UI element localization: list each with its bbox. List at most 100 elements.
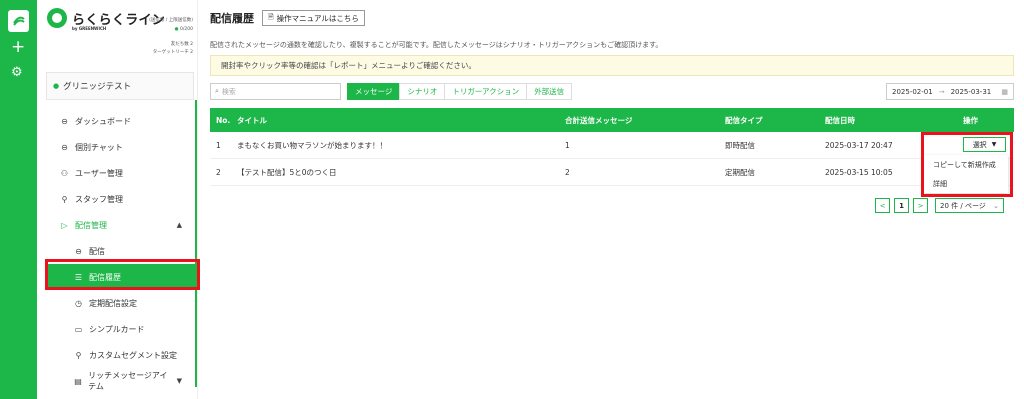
sidebar-item-label: 配信管理 <box>75 220 107 230</box>
chevron-up-icon: ▲ <box>176 221 182 229</box>
header-date: 配信日時 <box>825 115 855 125</box>
chat-icon: ⊖ <box>61 142 68 152</box>
plus-icon[interactable]: + <box>11 39 25 56</box>
header-count: 合計送信メッセージ <box>565 115 633 125</box>
prev-page-button[interactable]: < <box>875 198 890 213</box>
sidebar-item-users[interactable]: ⚇ ユーザー管理 <box>46 160 196 186</box>
calendar-icon: ▦ <box>1001 87 1008 96</box>
logo-mark <box>12 16 25 26</box>
date-range-picker[interactable]: 2025-02-01 → 2025-03-31 ▦ <box>886 83 1014 100</box>
next-page-button[interactable]: > <box>913 198 928 213</box>
sidebar-item-label: 定期配信設定 <box>89 298 137 308</box>
folder-icon: ▭ <box>74 324 83 334</box>
cell-title: まもなくお買い物マラソンが始まります！！ <box>237 140 387 150</box>
document-icon: 🗎 <box>268 12 274 21</box>
sidebar-item-label: リッチメッセージアイテム <box>88 371 168 391</box>
search-placeholder: 検索 <box>221 87 236 96</box>
chevron-down-icon: ▼ <box>176 377 182 385</box>
quota-label: (送信数 / 上限送信数) <box>149 18 193 23</box>
clock-icon: ◷ <box>75 298 82 308</box>
workspace-selector[interactable]: ● グリニッジテスト <box>46 72 194 100</box>
friends-count: 友だち数 2 <box>170 42 193 47</box>
manual-button-label: 操作マニュアルはこちら <box>276 13 359 23</box>
sidebar-item-label: 配信 <box>89 246 105 256</box>
tab-scenario[interactable]: シナリオ <box>399 83 446 100</box>
cell-count: 1 <box>565 140 570 150</box>
sidebar-item-simple-card[interactable]: ▭ シンプルカード <box>46 316 196 342</box>
app-root: + ⚙ らくらくライン by GREENWICH (送信数 / 上限送信数) ●… <box>0 0 1024 399</box>
tabs: メッセージ シナリオ トリガーアクション 外部送信 <box>347 83 573 100</box>
cell-type: 定期配信 <box>725 167 755 177</box>
sidebar-item-label: 配信履歴 <box>89 272 121 282</box>
tab-trigger-action[interactable]: トリガーアクション <box>444 83 528 100</box>
menu-item-details[interactable]: 詳細 <box>924 174 1008 193</box>
title-row: 配信履歴 🗎 操作マニュアルはこちら <box>210 10 365 26</box>
tab-message[interactable]: メッセージ <box>347 83 401 100</box>
page-title: 配信履歴 <box>210 12 254 25</box>
cell-count: 2 <box>565 167 570 177</box>
arrow-right-icon: → <box>938 87 945 96</box>
sidebar-item-label: ユーザー管理 <box>75 168 123 178</box>
page-size-select[interactable]: 20 件 / ページ ⌄ <box>935 198 1004 213</box>
sidebar-item-segment[interactable]: ⚲ カスタムセグメント設定 <box>46 342 196 368</box>
brand[interactable]: らくらくライン <box>47 8 165 28</box>
page-size-value: 20 件 / ページ <box>940 201 986 210</box>
status-dot-icon: ● <box>174 27 179 32</box>
table-row: 2 【テスト配信】5と0のつく日 2 定期配信 2025-03-15 10:05 <box>210 159 1014 186</box>
manual-button[interactable]: 🗎 操作マニュアルはこちら <box>262 10 365 26</box>
sidebar-item-scheduled[interactable]: ◷ 定期配信設定 <box>46 290 196 316</box>
cell-date: 2025-03-17 20:47 <box>825 140 893 150</box>
sidebar-item-label: ダッシュボード <box>75 116 131 126</box>
greenwich-logo-icon[interactable] <box>8 10 29 32</box>
users-icon: ⚇ <box>60 168 69 178</box>
quota-count: 0/200 <box>180 27 193 32</box>
brand-sub: by GREENWICH <box>72 26 107 31</box>
sidebar-item-rich-message[interactable]: ▤ リッチメッセージアイテム ▼ <box>46 368 196 394</box>
person-icon: ⚲ <box>75 350 82 360</box>
page-number-button[interactable]: 1 <box>894 198 909 213</box>
sidebar-item-send[interactable]: ⊖ 配信 <box>46 238 196 264</box>
workspace-dot-icon: ● <box>53 82 60 90</box>
header-title: タイトル <box>237 115 267 125</box>
search-icon: ⌕ <box>215 87 219 95</box>
sidebar-item-staff[interactable]: ⚲ スタッフ管理 <box>46 186 196 212</box>
cell-type: 即時配信 <box>725 140 755 150</box>
sidebar-item-label: シンプルカード <box>89 324 145 334</box>
notice-banner: 開封率やクリック率等の確認は「レポート」メニューよりご確認ください。 <box>210 55 1014 76</box>
sidebar-item-history[interactable]: ☰ 配信履歴 <box>46 264 196 290</box>
date-end: 2025-03-31 <box>950 87 992 96</box>
cell-title: 【テスト配信】5と0のつく日 <box>237 167 337 177</box>
cell-no: 2 <box>216 167 221 177</box>
caret-down-icon: ▼ <box>991 141 997 148</box>
select-button[interactable]: 選択 ▼ <box>963 137 1006 152</box>
sidebar-item-chat[interactable]: ⊖ 個別チャット <box>46 134 196 160</box>
cell-date: 2025-03-15 10:05 <box>825 167 893 177</box>
search-input[interactable]: ⌕ 検索 <box>210 83 341 100</box>
table-row: 1 まもなくお買い物マラソンが始まります！！ 1 即時配信 2025-03-17… <box>210 132 1014 159</box>
sidebar: らくらくライン by GREENWICH (送信数 / 上限送信数) ● 0/2… <box>37 0 198 399</box>
header-type: 配信タイプ <box>725 115 763 125</box>
tab-external[interactable]: 外部送信 <box>526 83 573 100</box>
sidebar-item-dashboard[interactable]: ⊖ ダッシュボード <box>46 108 196 134</box>
sidebar-item-label: 個別チャット <box>75 142 123 152</box>
header-op: 操作 <box>963 115 978 125</box>
history-table: No. タイトル 合計送信メッセージ 配信タイプ 配信日時 操作 1 まもなくお… <box>210 108 1014 186</box>
toolbar: ⌕ 検索 メッセージ シナリオ トリガーアクション 外部送信 2025-02-0… <box>210 83 1014 100</box>
select-button-label: 選択 <box>972 140 987 149</box>
brand-logo-icon <box>47 8 67 28</box>
send-icon: ▷ <box>61 220 68 230</box>
date-start: 2025-02-01 <box>892 87 933 96</box>
rich-message-icon: ▤ <box>74 376 82 386</box>
sidebar-item-delivery[interactable]: ▷ 配信管理 ▲ <box>46 212 196 238</box>
table-header: No. タイトル 合計送信メッセージ 配信タイプ 配信日時 操作 <box>210 108 1014 132</box>
gear-icon[interactable]: ⚙ <box>11 66 23 79</box>
action-dropdown: コピーして新規作成 詳細 <box>924 155 1008 193</box>
target-reach: ターゲットリーチ 2 <box>152 50 193 55</box>
send-message-icon: ⊖ <box>75 246 82 256</box>
sidebar-scrollbar[interactable] <box>195 100 197 387</box>
menu-item-copy-new[interactable]: コピーして新規作成 <box>924 155 1008 174</box>
quota-value: ● 0/200 <box>175 27 193 32</box>
left-rail: + ⚙ <box>0 0 37 399</box>
list-icon: ☰ <box>74 272 83 282</box>
sidebar-menu: ⊖ ダッシュボード ⊖ 個別チャット ⚇ ユーザー管理 ⚲ スタッフ管理 ▷ 配信管理 ▲ … <box>46 108 196 394</box>
